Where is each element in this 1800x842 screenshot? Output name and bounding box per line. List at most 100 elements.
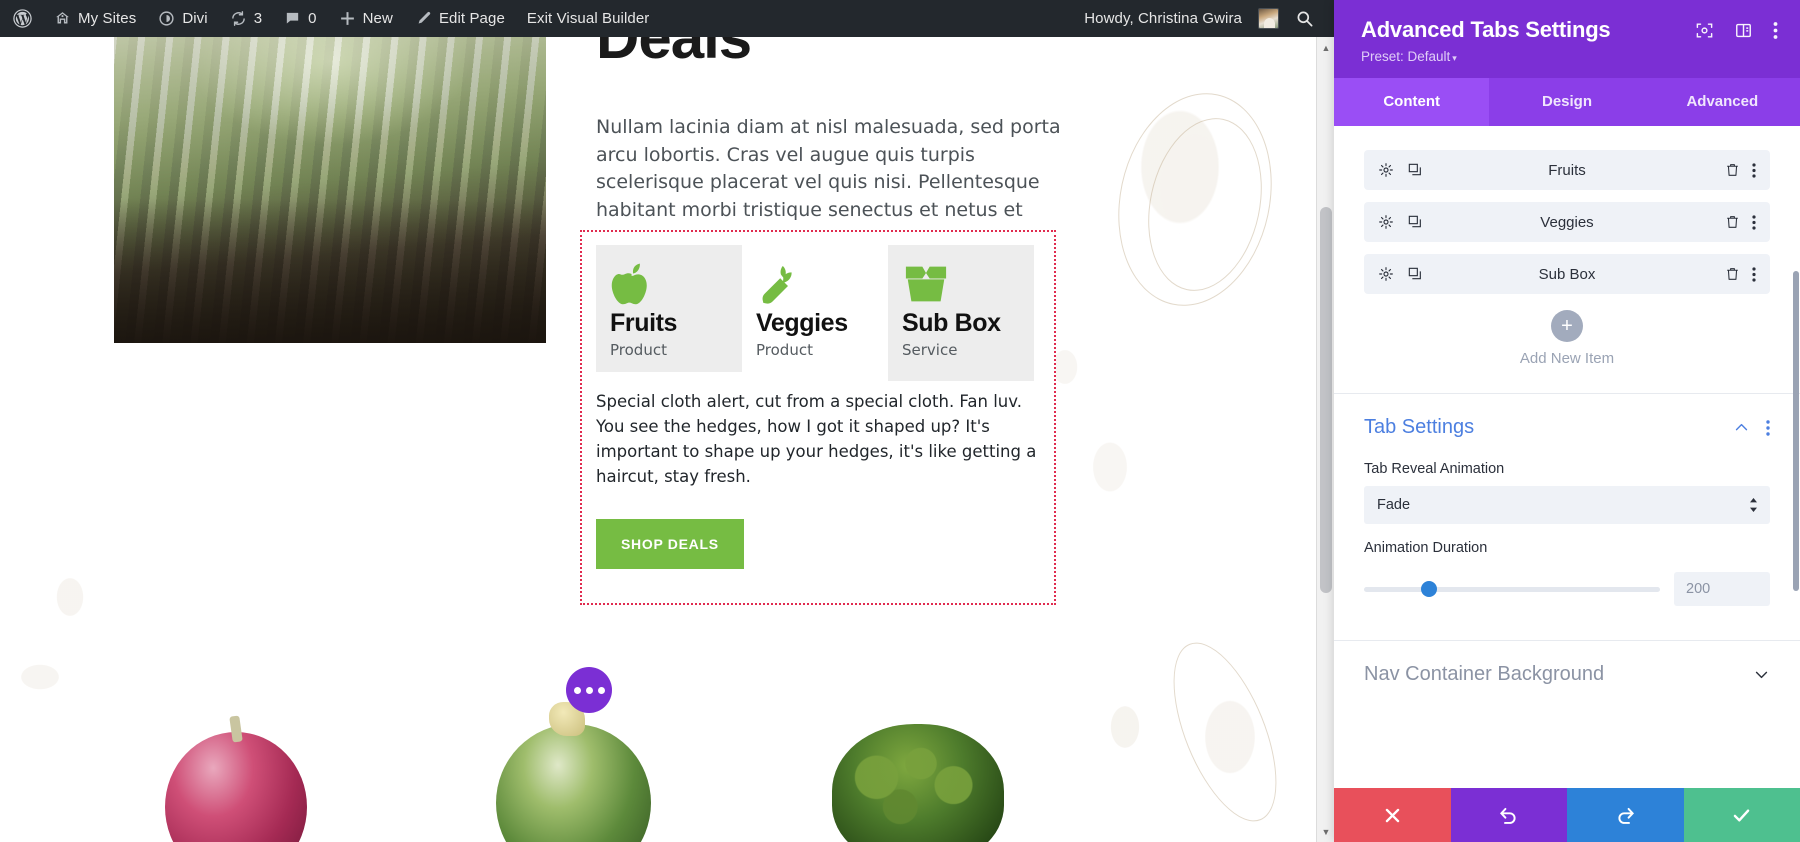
section-actions	[1733, 419, 1770, 436]
admin-bar-label-exit-visual-builder: Exit Visual Builder	[526, 10, 650, 27]
panel-footer	[1334, 788, 1800, 842]
cancel-button[interactable]	[1334, 788, 1451, 842]
row-right-actions	[1725, 266, 1756, 282]
page-scrollbar-thumb[interactable]	[1320, 207, 1332, 593]
chevron-up-icon[interactable]	[1733, 419, 1750, 436]
save-button[interactable]	[1683, 788, 1800, 842]
section-header-tab-settings[interactable]: Tab Settings	[1364, 394, 1770, 445]
admin-bar-item-updates[interactable]: 3	[219, 0, 273, 37]
ellipsis-icon-dot	[585, 686, 593, 694]
admin-bar-search-button[interactable]	[1279, 0, 1328, 37]
admin-bar-label-edit-page: Edit Page	[438, 10, 505, 27]
focus-icon[interactable]	[1695, 21, 1714, 40]
admin-bar-item-comments[interactable]: 0	[273, 0, 327, 37]
tab-body-text: Special cloth alert, cut from a special …	[596, 392, 1037, 487]
admin-bar-item-edit-page[interactable]: Edit Page	[404, 0, 516, 37]
search-icon	[1295, 9, 1314, 28]
close-icon	[1383, 806, 1402, 825]
tab-content[interactable]: Content	[1334, 78, 1490, 126]
panel-title: Advanced Tabs Settings	[1361, 17, 1611, 42]
row-right-actions	[1725, 214, 1756, 230]
row-left-actions	[1378, 266, 1423, 282]
trash-icon[interactable]	[1725, 266, 1740, 282]
hero-asparagus-photo	[114, 37, 546, 343]
section-actions	[1753, 666, 1770, 683]
tab-veggies-title: Veggies	[756, 309, 848, 337]
tab-fruits-subtitle: Product	[610, 341, 667, 359]
panel-scrollbar-thumb[interactable]	[1793, 271, 1799, 591]
layout-toggle-icon[interactable]	[1734, 21, 1753, 40]
tab-veggies[interactable]: Veggies Product	[742, 245, 888, 372]
row-left-actions	[1378, 214, 1423, 230]
tab-design[interactable]: Design	[1489, 78, 1644, 126]
duration-slider-track[interactable]	[1364, 581, 1660, 597]
table-row[interactable]: Fruits	[1364, 150, 1770, 190]
kebab-menu-icon[interactable]	[1752, 162, 1756, 178]
admin-bar-item-my-sites[interactable]: My Sites	[43, 0, 147, 37]
page-scrollbar[interactable]: ▲ ▼	[1316, 37, 1334, 842]
plus-icon: +	[1551, 310, 1583, 342]
builder-fab-button[interactable]	[566, 667, 612, 713]
pencil-icon	[415, 10, 432, 27]
panel-scrollbar[interactable]	[1792, 126, 1800, 788]
admin-bar-item-divi[interactable]: Divi	[147, 0, 218, 37]
scroll-up-arrow[interactable]: ▲	[1317, 39, 1334, 56]
tab-fruits[interactable]: Fruits Product	[596, 245, 742, 372]
field-label: Tab Reveal Animation	[1364, 461, 1505, 477]
shop-deals-button[interactable]: SHOP DEALS	[596, 519, 744, 570]
apple-icon	[610, 263, 728, 307]
tab-sub-box-title: Sub Box	[902, 309, 1001, 337]
chevron-down-icon[interactable]	[1753, 666, 1770, 683]
tab-advanced[interactable]: Advanced	[1645, 78, 1800, 126]
scroll-down-arrow[interactable]: ▼	[1317, 823, 1334, 840]
duration-slider-thumb[interactable]	[1421, 581, 1438, 597]
admin-bar-howdy[interactable]: Howdy, Christina Gwira	[1073, 0, 1279, 37]
duplicate-icon[interactable]	[1407, 162, 1423, 178]
duplicate-icon[interactable]	[1407, 266, 1423, 282]
admin-bar-right-group: Howdy, Christina Gwira	[1073, 0, 1334, 37]
kebab-menu-icon[interactable]	[1752, 214, 1756, 230]
undo-button[interactable]	[1450, 788, 1567, 842]
admin-bar-item-new[interactable]: New	[328, 0, 404, 37]
admin-bar-label-comments: 0	[308, 10, 317, 27]
admin-bar-label-divi: Divi	[182, 10, 208, 27]
tab-sub-box[interactable]: Sub Box Service	[888, 245, 1034, 381]
wordpress-logo-button[interactable]	[0, 0, 43, 37]
add-new-item-button[interactable]: + Add New Item	[1364, 310, 1770, 367]
table-row[interactable]: Veggies	[1364, 202, 1770, 242]
wp-admin-bar: My Sites Divi 3 0 New Edit Page Exit Vis…	[0, 0, 1334, 37]
carrot-icon	[756, 263, 874, 307]
tab-sub-box-subtitle: Service	[902, 341, 958, 359]
ellipsis-icon-dot	[597, 686, 605, 694]
tabs-nav: Fruits Product Veggies Product Sub Box S…	[596, 245, 1034, 381]
advanced-tabs-settings-panel: Advanced Tabs Settings Preset: Default ▾…	[1334, 0, 1800, 842]
advanced-tabs-module[interactable]: Fruits Product Veggies Product Sub Box S…	[580, 230, 1056, 605]
redo-icon	[1615, 805, 1636, 826]
redo-button[interactable]	[1567, 788, 1684, 842]
kebab-menu-icon[interactable]	[1766, 419, 1770, 436]
trash-icon[interactable]	[1725, 214, 1740, 230]
gear-icon[interactable]	[1378, 214, 1394, 230]
check-icon	[1731, 805, 1752, 826]
table-row[interactable]: Sub Box	[1364, 254, 1770, 294]
row-left-actions	[1378, 162, 1423, 178]
item-row-wrapper: Fruits	[1364, 150, 1770, 190]
divi-icon	[158, 10, 175, 27]
preset-selector[interactable]: Preset: Default ▾	[1361, 49, 1778, 64]
admin-bar-label-my-sites: My Sites	[78, 10, 137, 27]
kebab-menu-icon[interactable]	[1773, 21, 1778, 40]
kebab-menu-icon[interactable]	[1752, 266, 1756, 282]
tab-veggies-subtitle: Product	[756, 341, 813, 359]
tab-reveal-animation-select[interactable]: Fade	[1364, 486, 1770, 524]
tab-fruits-title: Fruits	[610, 309, 678, 337]
item-label: Sub Box	[1538, 265, 1596, 283]
admin-bar-label-new: New	[362, 10, 393, 27]
duplicate-icon[interactable]	[1407, 214, 1423, 230]
trash-icon[interactable]	[1725, 162, 1740, 178]
admin-bar-item-exit-visual-builder[interactable]: Exit Visual Builder	[516, 0, 661, 37]
duration-value-input[interactable]	[1674, 572, 1770, 606]
gear-icon[interactable]	[1378, 266, 1394, 282]
sites-icon	[54, 10, 71, 27]
gear-icon[interactable]	[1378, 162, 1394, 178]
section-header-nav-container-background[interactable]: Nav Container Background	[1364, 641, 1770, 692]
